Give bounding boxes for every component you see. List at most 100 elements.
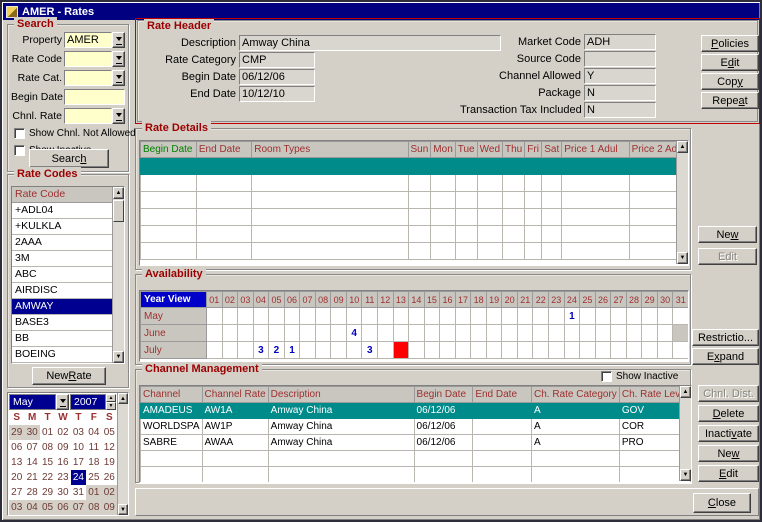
rate-details-cell[interactable] bbox=[196, 158, 251, 175]
availability-cell[interactable] bbox=[222, 308, 238, 325]
rate-details-cell[interactable] bbox=[431, 158, 455, 175]
channel-cell[interactable] bbox=[531, 451, 619, 467]
availability-cell[interactable] bbox=[300, 325, 316, 342]
availability-cell[interactable] bbox=[502, 308, 518, 325]
calendar-day[interactable]: 05 bbox=[102, 425, 117, 440]
scroll-up-icon[interactable]: ▲ bbox=[113, 187, 124, 199]
channel-cell[interactable] bbox=[473, 435, 532, 451]
availability-cell[interactable] bbox=[455, 308, 471, 325]
rate-details-cell[interactable] bbox=[196, 226, 251, 243]
calendar-scrollbar[interactable]: ▲ ▼ bbox=[117, 393, 128, 515]
availability-day-header[interactable]: 15 bbox=[424, 292, 440, 308]
availability-day-header[interactable]: 14 bbox=[409, 292, 425, 308]
rate-code-item[interactable]: 3M bbox=[12, 251, 112, 267]
availability-cell[interactable] bbox=[300, 342, 316, 359]
availability-cell[interactable] bbox=[222, 342, 238, 359]
spin-up-icon[interactable]: ▲ bbox=[106, 394, 116, 402]
rate-details-cell[interactable] bbox=[503, 209, 525, 226]
channel-cell[interactable]: 06/12/06 bbox=[414, 435, 473, 451]
availability-cell[interactable]: 1 bbox=[284, 342, 300, 359]
availability-cell[interactable]: 4 bbox=[346, 325, 362, 342]
rate-details-cell[interactable] bbox=[141, 175, 197, 192]
calendar-day[interactable]: 12 bbox=[102, 440, 117, 455]
rate-cat-lov-button[interactable] bbox=[112, 70, 125, 86]
availability-cell[interactable] bbox=[315, 342, 331, 359]
rate-details-cell[interactable] bbox=[141, 243, 197, 260]
availability-cell[interactable] bbox=[626, 308, 642, 325]
availability-day-header[interactable]: 12 bbox=[378, 292, 394, 308]
search-button[interactable]: Search bbox=[29, 149, 109, 168]
rate-details-cell[interactable] bbox=[525, 158, 542, 175]
calendar-day[interactable]: 19 bbox=[102, 455, 117, 470]
channel-cell[interactable]: AWAA bbox=[202, 435, 268, 451]
rate-cat-input[interactable] bbox=[64, 70, 112, 86]
rate-details-cell[interactable] bbox=[431, 243, 455, 260]
rate-code-input[interactable] bbox=[64, 51, 112, 67]
channel-cell[interactable] bbox=[414, 467, 473, 483]
package-field[interactable] bbox=[584, 85, 656, 101]
calendar-day[interactable]: 01 bbox=[40, 425, 55, 440]
show-inactive-search-checkbox[interactable] bbox=[14, 145, 25, 156]
rate-details-cell[interactable] bbox=[431, 226, 455, 243]
new-channel-button[interactable]: New bbox=[698, 445, 759, 462]
availability-day-header[interactable]: 03 bbox=[238, 292, 254, 308]
availability-cell[interactable] bbox=[502, 342, 518, 359]
delete-channel-button[interactable]: Delete bbox=[698, 405, 759, 422]
calendar-day[interactable]: 26 bbox=[102, 470, 117, 485]
scroll-up-icon[interactable]: ▲ bbox=[677, 141, 688, 153]
availability-cell[interactable] bbox=[486, 308, 502, 325]
close-button[interactable]: Close bbox=[693, 493, 751, 513]
header-begin-date-field[interactable] bbox=[239, 69, 315, 85]
channel-cell[interactable]: AW1A bbox=[202, 403, 268, 419]
availability-cell[interactable] bbox=[222, 325, 238, 342]
rate-details-cell[interactable] bbox=[408, 243, 431, 260]
channel-cell[interactable] bbox=[414, 451, 473, 467]
calendar-day[interactable]: 20 bbox=[9, 470, 24, 485]
availability-cell[interactable] bbox=[424, 325, 440, 342]
calendar-day[interactable]: 23 bbox=[55, 470, 70, 485]
rate-details-cell[interactable] bbox=[477, 226, 502, 243]
rate-details-cell[interactable] bbox=[252, 175, 408, 192]
calendar-day[interactable]: 08 bbox=[86, 500, 101, 515]
rate-details-scrollbar[interactable]: ▲ ▼ bbox=[676, 141, 688, 264]
channel-scrollbar[interactable]: ▲ ▼ bbox=[679, 386, 691, 481]
spin-down-icon[interactable]: ▼ bbox=[106, 402, 116, 410]
source-code-field[interactable] bbox=[584, 51, 656, 67]
availability-cell[interactable] bbox=[611, 308, 627, 325]
scroll-down-icon[interactable]: ▼ bbox=[113, 351, 124, 363]
rate-details-cell[interactable] bbox=[455, 175, 477, 192]
availability-day-header[interactable]: 27 bbox=[611, 292, 627, 308]
calendar-year-spinner[interactable]: ▲▼ bbox=[106, 394, 116, 410]
channel-cell[interactable] bbox=[473, 419, 532, 435]
calendar-day[interactable]: 29 bbox=[40, 485, 55, 500]
scroll-down-icon[interactable]: ▼ bbox=[680, 469, 691, 481]
rate-details-cell[interactable] bbox=[477, 243, 502, 260]
rate-details-cell[interactable] bbox=[525, 226, 542, 243]
channel-column-header[interactable]: Channel Rate bbox=[202, 387, 268, 403]
availability-day-header[interactable]: 24 bbox=[564, 292, 580, 308]
availability-cell[interactable] bbox=[517, 308, 533, 325]
calendar-day[interactable]: 30 bbox=[24, 425, 39, 440]
availability-cell[interactable] bbox=[626, 325, 642, 342]
availability-cell[interactable] bbox=[657, 325, 673, 342]
availability-cell[interactable] bbox=[238, 308, 254, 325]
new-rate-button[interactable]: New Rate bbox=[32, 367, 106, 385]
availability-day-header[interactable]: 01 bbox=[207, 292, 223, 308]
availability-cell[interactable]: 3 bbox=[253, 342, 269, 359]
rate-details-cell[interactable] bbox=[455, 209, 477, 226]
rate-details-cell[interactable] bbox=[252, 192, 408, 209]
chnl-rate-lov-button[interactable] bbox=[112, 108, 125, 124]
availability-cell[interactable] bbox=[486, 325, 502, 342]
rate-details-cell[interactable] bbox=[141, 158, 197, 175]
rate-details-cell[interactable] bbox=[196, 175, 251, 192]
availability-cell[interactable] bbox=[378, 308, 394, 325]
availability-cell[interactable] bbox=[393, 325, 409, 342]
rate-details-cell[interactable] bbox=[196, 209, 251, 226]
availability-cell[interactable] bbox=[315, 308, 331, 325]
rate-details-cell[interactable] bbox=[542, 243, 562, 260]
availability-cell[interactable]: 1 bbox=[564, 308, 580, 325]
availability-day-header[interactable]: 16 bbox=[440, 292, 456, 308]
calendar-day[interactable]: 30 bbox=[55, 485, 70, 500]
calendar-day[interactable]: 15 bbox=[40, 455, 55, 470]
availability-cell[interactable] bbox=[440, 308, 456, 325]
